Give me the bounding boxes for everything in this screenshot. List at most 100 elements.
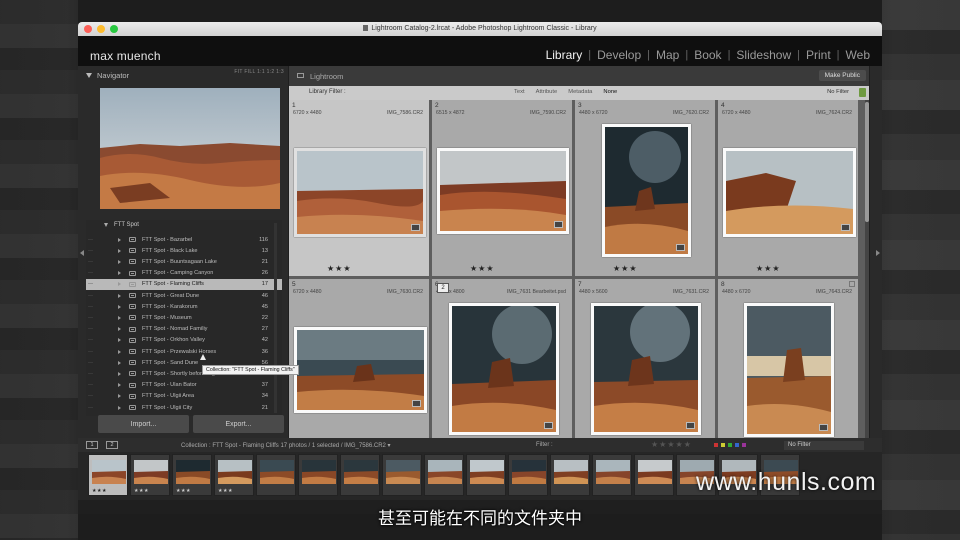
filmstrip-filter-dropdown[interactable]: No Filter: [784, 441, 864, 450]
expand-arrow-icon[interactable]: [118, 259, 121, 264]
collection-set-ftt-spot[interactable]: FTT Spot: [104, 222, 139, 228]
lock-icon[interactable]: [859, 88, 866, 97]
expand-arrow-icon[interactable]: [118, 371, 121, 376]
expand-arrow-icon[interactable]: [118, 315, 121, 320]
filter-attribute[interactable]: Attribute: [536, 89, 558, 95]
collection-row[interactable]: — FTT Spot - Bazarbel 116: [86, 234, 282, 245]
filmstrip-thumbnail[interactable]: [382, 454, 422, 496]
grid-cell[interactable]: 3 4480 x 6720 IMG_7620.CR2 ★★★: [575, 100, 717, 278]
star-rating[interactable]: ★★★: [613, 264, 638, 273]
photo-thumbnail[interactable]: [294, 148, 426, 237]
expand-arrow-icon[interactable]: [118, 248, 121, 253]
photo-thumbnail[interactable]: [602, 124, 691, 257]
main-screen-button[interactable]: 1: [86, 441, 98, 449]
filter-text[interactable]: Text: [514, 89, 525, 95]
filmstrip-thumbnail[interactable]: [634, 454, 674, 496]
expand-arrow-icon[interactable]: [118, 349, 121, 354]
photo-thumbnail[interactable]: [449, 303, 559, 435]
filmstrip-thumbnail[interactable]: [550, 454, 590, 496]
filmstrip-thumbnail[interactable]: [592, 454, 632, 496]
collection-row[interactable]: — FTT Spot - Przewalski Horses 36: [86, 346, 282, 357]
filter-preset-dropdown[interactable]: No Filter: [827, 89, 849, 95]
expand-arrow-icon[interactable]: [118, 405, 121, 410]
import-button[interactable]: Import...: [98, 415, 189, 433]
photo-thumbnail[interactable]: [591, 303, 701, 435]
module-web[interactable]: Web: [840, 48, 876, 62]
expand-arrow-icon[interactable]: [118, 360, 121, 365]
collection-row[interactable]: — FTT Spot - Orkhon Valley 42: [86, 335, 282, 346]
grid-cell[interactable]: 6 4480 x 4800 IMG_7631 Bearbeitet.psd 2: [432, 279, 574, 457]
collections-scrollbar[interactable]: [274, 223, 277, 413]
star-rating[interactable]: ★★★: [756, 264, 781, 273]
collection-row[interactable]: — FTT Spot - Camping Canyon 26: [86, 268, 282, 279]
module-develop[interactable]: Develop: [591, 48, 647, 62]
expand-arrow-icon[interactable]: [118, 383, 121, 388]
star-rating[interactable]: ★★★: [470, 264, 495, 273]
blue-label-icon[interactable]: [735, 443, 739, 447]
export-button[interactable]: Export...: [193, 415, 284, 433]
collection-row[interactable]: — FTT Spot - Museum 22: [86, 312, 282, 323]
filmstrip-thumbnail[interactable]: ★★★: [88, 454, 128, 496]
filmstrip-thumbnail[interactable]: ★★★: [172, 454, 212, 496]
filmstrip-thumbnail[interactable]: [256, 454, 296, 496]
expand-arrow-icon[interactable]: [118, 327, 121, 332]
module-book[interactable]: Book: [688, 48, 727, 62]
collection-row[interactable]: — FTT Spot - Nomad Familiy 27: [86, 324, 282, 335]
navigator-zoom-options[interactable]: FIT FILL 1:1 1:2 1:3: [234, 69, 284, 75]
right-panel-toggle-icon[interactable]: [876, 250, 880, 256]
collection-row[interactable]: — FTT Spot - Buuntsagaan Lake 21: [86, 256, 282, 267]
left-panel-toggle-icon[interactable]: [80, 250, 84, 256]
green-label-icon[interactable]: [728, 443, 732, 447]
collection-row[interactable]: — FTT Spot - Ulan Bator 37: [86, 380, 282, 391]
filmstrip-source-path[interactable]: Collection : FTT Spot - Flaming Cliffs 1…: [181, 442, 391, 449]
module-print[interactable]: Print: [800, 48, 837, 62]
purple-label-icon[interactable]: [742, 443, 746, 447]
filmstrip-rating-filter[interactable]: ★★★★★: [651, 440, 692, 449]
grid-cell[interactable]: 2 6515 x 4872 IMG_7590.CR2 ★★★: [432, 100, 574, 278]
grid-cell[interactable]: 7 4480 x 5600 IMG_7631.CR2: [575, 279, 717, 457]
filmstrip-thumbnail[interactable]: [424, 454, 464, 496]
photo-thumbnail[interactable]: [744, 303, 834, 437]
make-public-button[interactable]: Make Public: [818, 70, 866, 81]
second-screen-button[interactable]: 2: [106, 441, 118, 449]
expand-arrow-icon[interactable]: [118, 282, 121, 287]
collection-row[interactable]: — FTT Spot - Great Dune 46: [86, 290, 282, 301]
filmstrip-thumbnail[interactable]: [298, 454, 338, 496]
collection-row[interactable]: — FTT Spot - Black Lake 13: [86, 245, 282, 256]
expand-arrow-icon[interactable]: [118, 237, 121, 242]
expand-arrow-icon[interactable]: [118, 271, 121, 276]
grid-cell[interactable]: 5 6720 x 4480 IMG_7630.CR2: [289, 279, 431, 457]
module-slideshow[interactable]: Slideshow: [730, 48, 797, 62]
collection-row[interactable]: — FTT Spot - Ulgii Area 34: [86, 391, 282, 402]
filter-metadata[interactable]: Metadata: [568, 89, 592, 95]
grid-cell[interactable]: 8 4480 x 6720 IMG_7643.CR2: [718, 279, 860, 457]
photo-thumbnail[interactable]: [437, 148, 569, 234]
yellow-label-icon[interactable]: [721, 443, 725, 447]
red-label-icon[interactable]: [714, 443, 718, 447]
filmstrip-thumbnail[interactable]: ★★★: [130, 454, 170, 496]
expand-arrow-icon[interactable]: [118, 304, 121, 309]
expand-arrow-icon[interactable]: [118, 394, 121, 399]
grid-cell[interactable]: 1 6720 x 4480 IMG_7586.CR2 ★★★: [289, 100, 431, 278]
star-rating[interactable]: ★★★: [327, 264, 352, 273]
filter-none[interactable]: None: [603, 89, 617, 95]
collection-row[interactable]: — FTT Spot - Ulgii City 21: [86, 402, 282, 413]
module-map[interactable]: Map: [650, 48, 685, 62]
filmstrip-thumbnail[interactable]: ★★★: [214, 454, 254, 496]
grid-scrollbar[interactable]: [865, 100, 869, 438]
collection-row[interactable]: — FTT Spot - Flaming Cliffs 17: [86, 278, 282, 290]
collection-row[interactable]: — FTT Spot - Karakorum 45: [86, 301, 282, 312]
filmstrip-thumbnail[interactable]: [466, 454, 506, 496]
photo-thumbnail[interactable]: [294, 327, 427, 413]
photo-thumbnail[interactable]: [723, 148, 856, 237]
navigator-preview[interactable]: [100, 88, 280, 209]
filmstrip-thumbnail[interactable]: [340, 454, 380, 496]
flag-icon[interactable]: [849, 281, 855, 287]
module-library[interactable]: Library: [540, 48, 589, 62]
expand-arrow-icon[interactable]: [118, 293, 121, 298]
stack-count-badge[interactable]: 2: [437, 283, 449, 293]
expand-arrow-icon[interactable]: [118, 338, 121, 343]
filmstrip-thumbnail[interactable]: [508, 454, 548, 496]
color-label-filter[interactable]: [714, 443, 746, 447]
grid-cell[interactable]: 4 6720 x 4480 IMG_7624.CR2 ★★★: [718, 100, 860, 278]
